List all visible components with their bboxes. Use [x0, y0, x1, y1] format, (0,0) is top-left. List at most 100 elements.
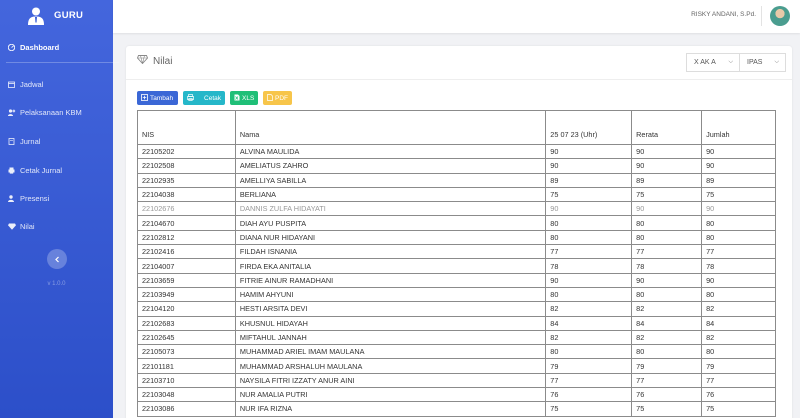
cell-jumlah: 78	[701, 258, 776, 274]
user-tie-icon	[28, 7, 44, 25]
pdf-file-icon	[267, 93, 273, 103]
cell-nilai[interactable]: 77	[545, 372, 633, 389]
cell-nis: 22103710	[137, 372, 236, 389]
cell-nilai[interactable]: 90	[545, 272, 633, 288]
cell-nis: 22103659	[137, 272, 236, 288]
cetak-label: Cetak	[204, 94, 221, 102]
cell-nilai[interactable]: 90	[545, 143, 633, 160]
dashboard-icon	[7, 43, 16, 51]
print-icon	[8, 167, 15, 174]
book-icon	[8, 137, 15, 145]
cell-nama: FILDAH ISNANIA	[234, 244, 547, 260]
sidebar-item-label: Dashboard	[20, 42, 60, 52]
header-jumlah[interactable]: Jumlah	[701, 110, 776, 145]
cell-nis: 22102508	[137, 158, 236, 174]
table-row: 22102645 MIFTAHUL JANNAH 82 82 82	[137, 329, 776, 346]
class-select[interactable]: X AK A ⌵	[686, 53, 740, 72]
cell-jumlah: 75	[701, 186, 776, 203]
cell-nilai[interactable]: 80	[545, 229, 633, 246]
cell-rerata: 79	[631, 358, 703, 374]
sidebar-item-label: Pelaksanaan KBM	[20, 107, 82, 117]
sidebar-item-nilai[interactable]: Nilai	[0, 219, 35, 233]
cell-nilai[interactable]: 75	[545, 401, 633, 417]
cell-nilai[interactable]: 80	[545, 215, 633, 231]
cell-jumlah: 77	[701, 372, 776, 389]
chevron-down-icon: ⌵	[728, 59, 733, 65]
table-row: 22101181 MUHAMMAD ARSHALUH MAULANA 79 79 79	[137, 358, 776, 374]
cell-jumlah: 80	[701, 229, 776, 246]
cell-nis: 22103048	[137, 387, 236, 403]
cell-nilai[interactable]: 89	[545, 172, 633, 188]
cell-jumlah: 76	[701, 387, 776, 403]
cell-nilai[interactable]: 77	[545, 244, 633, 260]
header-nis[interactable]: NIS	[137, 110, 236, 145]
cell-nilai[interactable]: 80	[545, 344, 633, 360]
table-row: 22102508 AMELIATUS ZAHRO 90 90 90	[137, 158, 776, 174]
pdf-button[interactable]: PDF	[263, 91, 292, 105]
diamond-icon	[8, 223, 16, 230]
excel-file-icon	[234, 94, 240, 103]
table-row: 22105202 ALVINA MAULIDA 90 90 90	[137, 143, 776, 160]
brand[interactable]: GURU	[0, 0, 113, 31]
cell-jumlah: 82	[701, 301, 776, 317]
app-version: v 1.0.0	[47, 281, 66, 287]
table-row: 22104120 HESTI ARSITA DEVI 82 82 82	[137, 301, 776, 317]
cell-rerata: 90	[631, 158, 703, 174]
cell-nilai[interactable]: 90	[545, 201, 633, 217]
cell-nilai[interactable]: 90	[545, 158, 633, 174]
tambah-label: Tambah	[150, 94, 174, 102]
cell-nilai[interactable]: 80	[545, 286, 633, 303]
table-row: 22102676 DANNIS ZULFA HIDAYATI 90 90 90	[137, 201, 776, 217]
sidebar-item-dashboard[interactable]: Dashboard	[0, 40, 59, 54]
chevron-left-icon	[54, 250, 61, 268]
sidebar: GURU Dashboard Jadwal Pelaksanaan KBM Ju…	[0, 0, 119, 418]
sidebar-item-cetak-jurnal[interactable]: Cetak Jurnal	[0, 163, 62, 177]
pdf-label: PDF	[275, 94, 288, 102]
sidebar-collapse-button[interactable]	[47, 249, 67, 269]
cell-nilai[interactable]: 82	[545, 301, 633, 317]
table-row: 22103659 FITRIE AINUR RAMADHANI 90 90 90	[137, 272, 776, 288]
cell-rerata: 80	[631, 344, 703, 360]
table-row: 22104007 FIRDA EKA ANITALIA 78 78 78	[137, 258, 776, 274]
sidebar-item-presensi[interactable]: Presensi	[0, 191, 49, 205]
cell-nilai[interactable]: 79	[545, 358, 633, 374]
xls-button[interactable]: XLS	[230, 91, 258, 105]
page-title: Nilai	[136, 55, 172, 67]
cell-nama: HAMIM AHYUNI	[234, 286, 547, 303]
header-uhr[interactable]: 25 07 23 (Uhr)	[545, 110, 633, 145]
cell-nama: AMELLIYA SABILLA	[234, 172, 547, 188]
cell-rerata: 80	[631, 229, 703, 246]
tambah-button[interactable]: Tambah	[137, 91, 178, 105]
cell-nis: 22102416	[137, 244, 236, 260]
user-check-icon	[8, 194, 15, 202]
cell-nis: 22102935	[137, 172, 236, 188]
cell-nilai[interactable]: 75	[545, 186, 633, 203]
diamond-icon	[136, 55, 149, 67]
nilai-card: Nilai X AK A ⌵ IPAS ⌵ Tambah Cetak XLS P…	[126, 46, 792, 418]
header-nama[interactable]: Nama	[234, 110, 547, 145]
cell-nilai[interactable]: 84	[545, 315, 633, 331]
subject-select[interactable]: IPAS ⌵	[739, 53, 786, 72]
sidebar-item-jadwal[interactable]: Jadwal	[0, 77, 43, 91]
cell-nilai[interactable]: 76	[545, 387, 633, 403]
cell-nama: DIAH AYU PUSPITA	[234, 215, 547, 231]
sidebar-item-jurnal[interactable]: Jurnal	[0, 134, 40, 148]
cell-nilai[interactable]: 78	[545, 258, 633, 274]
cell-nilai[interactable]: 82	[545, 329, 633, 346]
avatar[interactable]	[770, 6, 790, 26]
cell-nama: MUHAMMAD ARSHALUH MAULANA	[234, 358, 547, 374]
cell-nama: ALVINA MAULIDA	[234, 143, 547, 160]
sidebar-item-pelaksanaan-kbm[interactable]: Pelaksanaan KBM	[0, 105, 82, 119]
cell-rerata: 82	[631, 301, 703, 317]
cetak-button[interactable]: Cetak	[183, 91, 225, 105]
cell-rerata: 75	[631, 401, 703, 417]
user-name[interactable]: RISKY ANDANI, S.Pd.	[691, 11, 756, 18]
cell-jumlah: 90	[701, 201, 776, 217]
topbar: RISKY ANDANI, S.Pd.	[113, 0, 800, 33]
header-rerata[interactable]: Rerata	[631, 110, 703, 145]
cell-rerata: 80	[631, 215, 703, 231]
sidebar-item-label: Jurnal	[20, 136, 41, 146]
cell-jumlah: 82	[701, 329, 776, 346]
cell-rerata: 90	[631, 272, 703, 288]
table-row: 22104670 DIAH AYU PUSPITA 80 80 80	[137, 215, 776, 231]
